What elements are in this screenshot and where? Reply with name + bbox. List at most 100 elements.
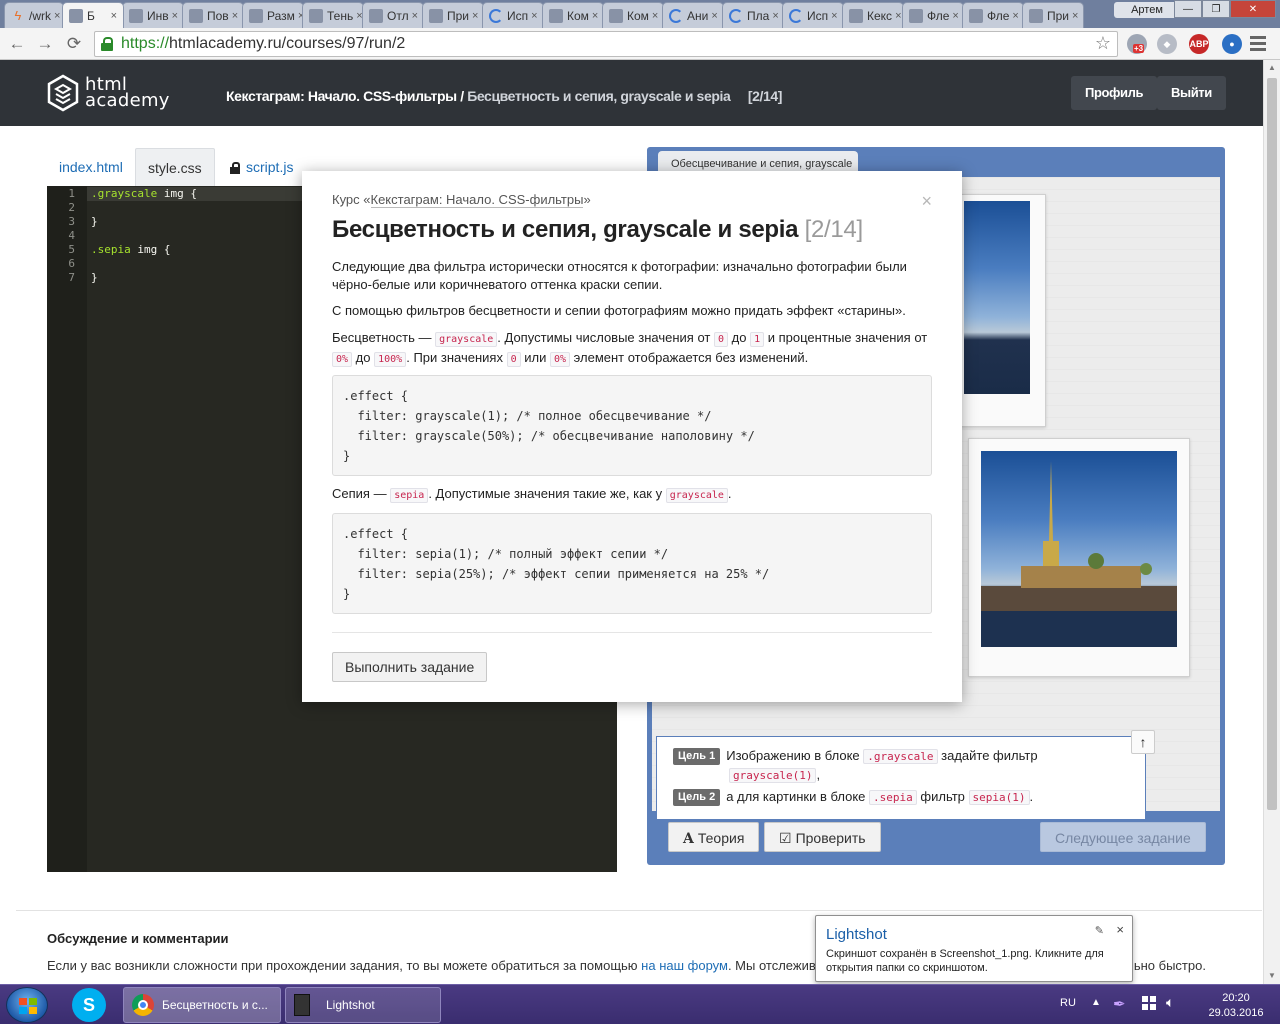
clock-date: 29.03.2016 xyxy=(1208,1007,1264,1019)
bookmark-star-icon[interactable]: ☆ xyxy=(1095,33,1111,54)
modal-course-link[interactable]: Кекстаграм: Начало. CSS-фильтры xyxy=(370,192,584,208)
browser-tab[interactable]: Кекс × xyxy=(842,2,904,28)
academy-icon xyxy=(849,8,863,23)
scroll-up-icon[interactable]: ▲ xyxy=(1264,60,1280,76)
extension-icon[interactable]: +3 xyxy=(1127,34,1147,54)
academy-icon xyxy=(909,8,923,23)
browser-tab[interactable]: Пов × xyxy=(182,2,244,28)
tab-close-icon[interactable]: × xyxy=(1009,10,1018,22)
browser-tab[interactable]: При × xyxy=(1022,2,1084,28)
browser-tab[interactable]: Ком × xyxy=(602,2,664,28)
tab-close-icon[interactable]: × xyxy=(892,10,901,22)
maximize-button[interactable]: ❐ xyxy=(1202,0,1230,18)
minimize-button[interactable]: — xyxy=(1174,0,1202,18)
code-line[interactable]: } xyxy=(91,215,98,229)
browser-tab[interactable]: При × xyxy=(422,2,484,28)
collapse-goals-button[interactable]: ↑ xyxy=(1131,730,1155,754)
modal-close-icon[interactable]: × xyxy=(921,191,932,212)
browser-tab[interactable]: Отл × xyxy=(362,2,424,28)
browser-tab[interactable]: Б × xyxy=(62,2,124,28)
browser-user-badge[interactable]: Артем xyxy=(1114,2,1180,18)
tab-close-icon[interactable]: × xyxy=(229,10,238,22)
system-clock[interactable]: 20:20 29.03.2016 xyxy=(1200,991,1272,1021)
tab-close-icon[interactable]: × xyxy=(708,10,717,22)
scroll-down-icon[interactable]: ▼ xyxy=(1264,968,1280,984)
academy-icon xyxy=(549,8,563,23)
tab-close-icon[interactable]: × xyxy=(169,10,178,22)
globe-extension-icon[interactable]: ● xyxy=(1222,34,1242,54)
browser-tab[interactable]: Исп × xyxy=(482,2,544,28)
tab-close-icon[interactable]: × xyxy=(769,10,778,22)
start-button[interactable] xyxy=(6,987,48,1023)
discussion-text-a: Если у вас возникли сложности при прохож… xyxy=(47,958,638,973)
lightshot-close-icon[interactable]: × xyxy=(1116,922,1124,937)
language-indicator[interactable]: RU xyxy=(1060,997,1076,1009)
browser-tab-label: Ком xyxy=(567,8,589,23)
browser-tab[interactable]: Ком × xyxy=(542,2,604,28)
p3-code: 100% xyxy=(374,352,407,367)
volume-icon[interactable]: 🔈︎ xyxy=(1166,994,1174,1011)
lightshot-title: Lightshot xyxy=(826,926,887,943)
code-line[interactable]: } xyxy=(91,271,98,285)
browser-tabstrip: ϟ/wrk × Б × Инв × Пов × Разм × Тень × Отл × При × Исп × Ко… xyxy=(0,0,1280,28)
taskbar-lightshot[interactable]: Lightshot xyxy=(285,987,441,1023)
shield-extension-icon[interactable]: ◆ xyxy=(1157,34,1177,54)
extension-badge: +3 xyxy=(1133,44,1145,53)
lock-icon xyxy=(230,162,240,174)
lightshot-notification[interactable]: Lightshot Скриншот сохранён в Screenshot… xyxy=(815,915,1133,982)
tab-close-icon[interactable]: × xyxy=(528,10,537,22)
page-scrollbar[interactable]: ▲ ▼ xyxy=(1263,60,1280,984)
lightshot-tray-icon[interactable]: ✒ xyxy=(1113,995,1126,1013)
profile-button[interactable]: Профиль xyxy=(1071,76,1158,110)
tray-arrow-icon[interactable]: ▲ xyxy=(1091,997,1101,1008)
code-line[interactable]: .grayscale img { xyxy=(91,187,197,201)
browser-tab[interactable]: Пла × xyxy=(722,2,784,28)
taskbar-chrome[interactable]: Бесцветность и с... xyxy=(123,987,281,1023)
forward-arrow-icon[interactable]: → xyxy=(34,33,56,55)
browser-tab[interactable]: ϟ/wrk × xyxy=(4,2,64,28)
pin-icon[interactable]: ✎ xyxy=(1095,924,1104,937)
browser-tab[interactable]: Ани × xyxy=(662,2,724,28)
forum-link[interactable]: на наш форум xyxy=(641,958,728,973)
tab-close-icon[interactable]: × xyxy=(469,10,478,22)
scrollbar-thumb[interactable] xyxy=(1267,78,1277,810)
discussion-divider xyxy=(16,910,1262,911)
reload-icon[interactable]: ⟳ xyxy=(63,33,85,55)
next-task-button[interactable]: Следующее задание xyxy=(1040,822,1206,852)
browser-tab[interactable]: Разм × xyxy=(242,2,304,28)
academy-icon xyxy=(129,8,143,23)
html-academy-logo[interactable]: html academy xyxy=(47,74,170,112)
tab-style-css[interactable]: style.css xyxy=(135,148,215,186)
back-arrow-icon[interactable]: ← xyxy=(6,33,28,55)
logout-button[interactable]: Выйти xyxy=(1157,76,1226,110)
tab-index-html[interactable]: index.html xyxy=(47,148,135,186)
browser-tab[interactable]: Тень × xyxy=(302,2,364,28)
tab-close-icon[interactable]: × xyxy=(949,10,958,22)
tab-close-icon[interactable]: × xyxy=(51,10,60,22)
browser-tab[interactable]: Фле × xyxy=(962,2,1024,28)
check-button[interactable]: ☑ Проверить xyxy=(764,822,881,852)
tab-close-icon[interactable]: × xyxy=(589,10,598,22)
window-close-button[interactable]: ✕ xyxy=(1230,0,1276,18)
browser-tab[interactable]: Исп × xyxy=(782,2,844,28)
browser-menu-icon[interactable] xyxy=(1250,34,1266,52)
breadcrumb-course[interactable]: Кекстаграм: Начало. CSS-фильтры / xyxy=(226,88,464,104)
browser-tab[interactable]: Фле × xyxy=(902,2,964,28)
p3-code: 0% xyxy=(332,352,353,367)
address-bar[interactable]: https:// htmlacademy.ru/courses/97/run/2… xyxy=(94,31,1118,57)
theory-button[interactable]: A Теория xyxy=(668,822,760,852)
skype-icon[interactable]: S xyxy=(72,988,106,1022)
tab-close-icon[interactable]: × xyxy=(1069,10,1078,22)
adblock-icon[interactable]: ABP xyxy=(1189,34,1209,54)
tab-script-js[interactable]: script.js xyxy=(218,148,305,186)
tab-close-icon[interactable]: × xyxy=(828,10,837,22)
code-line[interactable]: .sepia img { xyxy=(91,243,171,257)
network-icon[interactable] xyxy=(1142,996,1156,1010)
academy-icon xyxy=(189,8,203,23)
tab-close-icon[interactable]: × xyxy=(108,10,117,22)
start-task-button[interactable]: Выполнить задание xyxy=(332,652,488,682)
tab-close-icon[interactable]: × xyxy=(649,10,658,22)
tab-script-js-label: script.js xyxy=(246,159,294,175)
tab-close-icon[interactable]: × xyxy=(409,10,418,22)
browser-tab[interactable]: Инв × xyxy=(122,2,184,28)
